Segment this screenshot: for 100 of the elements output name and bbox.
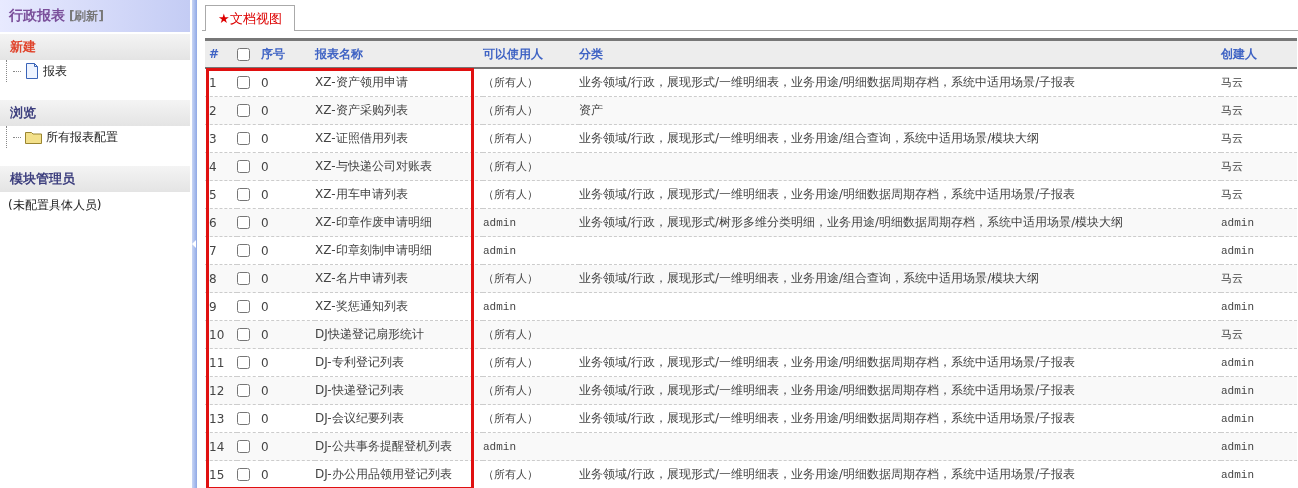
table-cell-text: （所有人） (483, 132, 538, 146)
table-cell: 业务领域/行政，展现形式/一维明细表，业务用途/明细数据周期存档，系统中适用场景/子报表 (579, 186, 1076, 203)
tab[interactable]: ★文档视图 (205, 5, 295, 31)
table-cell: 0 (261, 411, 269, 426)
section-header: 浏览 (0, 100, 190, 126)
table-cell: DJ-专利登记列表 (315, 354, 404, 371)
section-header: 新建 (0, 34, 190, 60)
row-checkbox[interactable] (237, 160, 250, 173)
row-checkbox[interactable] (237, 244, 250, 257)
row-checkbox[interactable] (237, 412, 250, 425)
table-cell: admin (1221, 244, 1254, 257)
table-cell-text: （所有人） (483, 412, 538, 426)
table-cell: XZ-证照借用列表 (315, 130, 408, 147)
select-all-checkbox[interactable] (237, 47, 250, 61)
tree-item[interactable]: 报表 (43, 62, 67, 80)
table-cell: 0 (261, 159, 269, 174)
table-cell-text: （所有人） (483, 468, 538, 482)
table-cell-text: （所有人） (483, 104, 538, 118)
table-cell: admin (1221, 300, 1254, 313)
row-checkbox[interactable] (237, 328, 250, 341)
folder-icon (25, 130, 42, 144)
table-cell: admin (483, 216, 516, 229)
table-cell: admin (483, 300, 516, 313)
table-cell: admin (1221, 216, 1254, 229)
table-cell: XZ-与快递公司对账表 (315, 158, 432, 175)
column-header: 报表名称 (315, 45, 363, 63)
table-cell: 业务领域/行政，展现形式/一维明细表，业务用途/明细数据周期存档，系统中适用场景/子报表 (579, 466, 1076, 483)
table-cell: XZ-印章刻制申请明细 (315, 242, 432, 259)
table-cell: 3 (209, 131, 217, 146)
table-cell-text: 马云 (1221, 272, 1243, 286)
document-icon (25, 63, 39, 79)
table-cell: admin (1221, 468, 1254, 481)
table-cell-text: （所有人） (483, 188, 538, 202)
sidebar-title: 行政报表 (9, 7, 65, 25)
table-cell: DJ-办公用品领用登记列表 (315, 466, 452, 483)
row-checkbox[interactable] (237, 216, 250, 229)
table-cell: DJ-快递登记列表 (315, 382, 404, 399)
table-cell: 0 (261, 467, 269, 482)
table-cell-text: 马云 (1221, 188, 1243, 202)
row-checkbox[interactable] (237, 384, 250, 397)
table-cell: 11 (209, 355, 225, 370)
row-checkbox[interactable] (237, 76, 250, 89)
table-cell: XZ-名片申请列表 (315, 270, 408, 287)
table-cell: 2 (209, 103, 217, 118)
table-cell: 业务领域/行政，展现形式/一维明细表，业务用途/明细数据周期存档，系统中适用场景/子报表 (579, 74, 1076, 91)
table-cell: 0 (261, 439, 269, 454)
table-cell: XZ-资产领用申请 (315, 74, 408, 91)
table-cell: 13 (209, 411, 225, 426)
table-cell-text: 马云 (1221, 160, 1243, 174)
column-header: 可以使用人 (483, 45, 543, 63)
table-cell: 1 (209, 75, 217, 90)
table-cell: admin (483, 440, 516, 453)
table-cell: 9 (209, 299, 217, 314)
table-cell: 6 (209, 215, 217, 230)
row-checkbox[interactable] (237, 104, 250, 117)
table-cell: 14 (209, 439, 225, 454)
row-checkbox[interactable] (237, 188, 250, 201)
row-checkbox[interactable] (237, 300, 250, 313)
table-cell-text: 马云 (1221, 104, 1243, 118)
table-cell: DJ-公共事务提醒登机列表 (315, 438, 452, 455)
table-cell: 0 (261, 215, 269, 230)
table-cell: admin (483, 244, 516, 257)
table-cell: 0 (261, 327, 269, 342)
table-cell: 0 (261, 355, 269, 370)
table-cell: 5 (209, 187, 217, 202)
table-cell: 0 (261, 131, 269, 146)
row-checkbox[interactable] (237, 468, 250, 481)
empty-note: (未配置具体人员) (7, 197, 103, 214)
table-cell-text: 马云 (1221, 76, 1243, 90)
table-cell: XZ-印章作废申请明细 (315, 214, 432, 231)
table-cell: DJ快递登记扇形统计 (315, 326, 424, 343)
table-cell: 业务领域/行政，展现形式/一维明细表，业务用途/明细数据周期存档，系统中适用场景/子报表 (579, 410, 1076, 427)
table-cell-text: （所有人） (483, 328, 538, 342)
table-cell: 资产 (579, 102, 603, 119)
table-cell: DJ-会议纪要列表 (315, 410, 404, 427)
table-cell: 业务领域/行政，展现形式/一维明细表，业务用途/组合查询，系统中适用场景/模块大纲 (579, 270, 1040, 287)
table-cell: XZ-用车申请列表 (315, 186, 408, 203)
column-header: # (209, 47, 220, 61)
table-cell: 12 (209, 383, 225, 398)
row-checkbox[interactable] (237, 132, 250, 145)
table-cell: 业务领域/行政，展现形式/树形多维分类明细，业务用途/明细数据周期存档，系统中适用场景/模块大纲 (579, 214, 1124, 231)
table-cell-text: （所有人） (483, 272, 538, 286)
table-cell-text: 马云 (1221, 328, 1243, 342)
table-cell: 0 (261, 299, 269, 314)
column-header: 分类 (579, 45, 603, 63)
section-header: 模块管理员 (0, 166, 190, 192)
table-cell: 业务领域/行政，展现形式/一维明细表，业务用途/组合查询，系统中适用场景/模块大纲 (579, 130, 1040, 147)
table-cell-text: （所有人） (483, 76, 538, 90)
row-checkbox[interactable] (237, 440, 250, 453)
table-cell: 0 (261, 383, 269, 398)
table-cell: admin (1221, 356, 1254, 369)
column-header: 创建人 (1221, 45, 1257, 63)
table-cell: 0 (261, 103, 269, 118)
row-checkbox[interactable] (237, 272, 250, 285)
table-cell: 0 (261, 187, 269, 202)
table-cell: 0 (261, 75, 269, 90)
table-cell-text: 马云 (1221, 132, 1243, 146)
tree-item[interactable]: 所有报表配置 (46, 128, 118, 146)
table-cell: 10 (209, 327, 225, 342)
row-checkbox[interactable] (237, 356, 250, 369)
